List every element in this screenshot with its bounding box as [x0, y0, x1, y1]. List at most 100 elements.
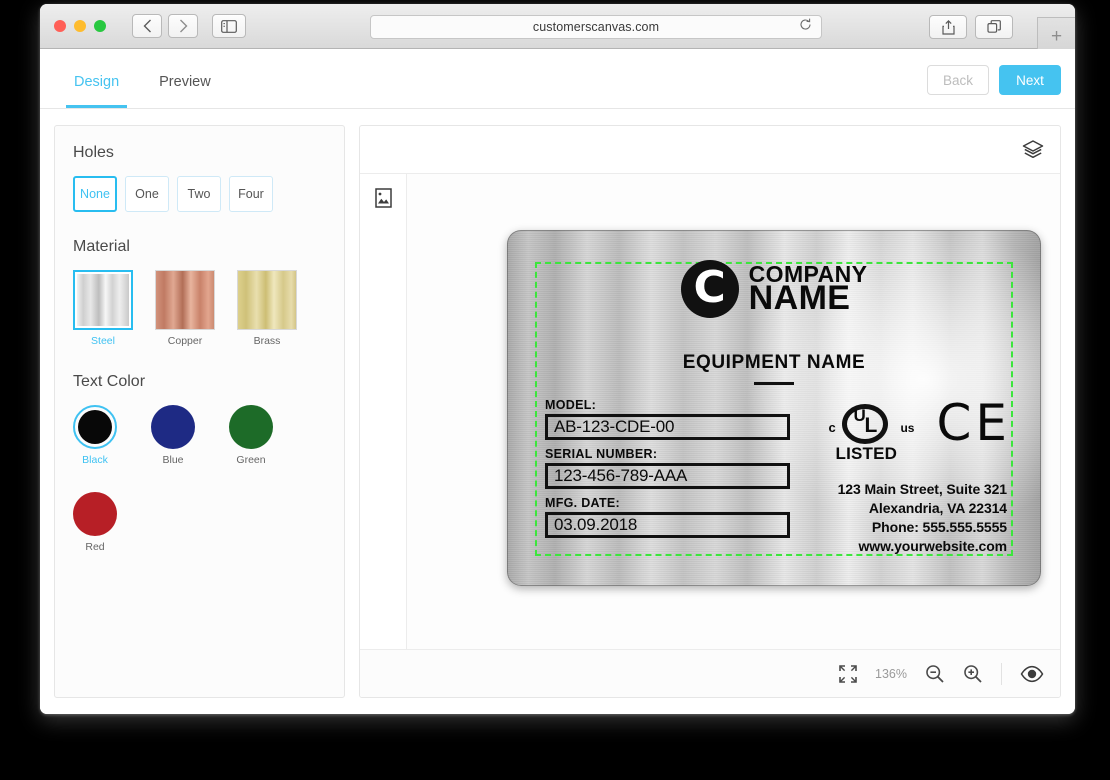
text-color-option-red[interactable]: Red: [73, 492, 117, 553]
text-color-option-green[interactable]: Green: [229, 405, 273, 466]
equipment-name-block: EQUIPMENT NAME: [507, 352, 1041, 385]
ul-letter-l: L: [864, 414, 878, 437]
ce-mark-c: C: [936, 394, 972, 452]
material-option-steel[interactable]: Steel: [73, 270, 133, 347]
text-color-option-blue[interactable]: Blue: [151, 405, 195, 466]
zoom-in-button[interactable]: [963, 664, 983, 684]
text-color-swatch-black: [78, 410, 112, 444]
material-option-brass-label: Brass: [253, 335, 281, 347]
company-logo-mark-letter: C: [693, 262, 726, 313]
tab-preview-label: Preview: [159, 73, 211, 90]
address-bar[interactable]: customerscanvas.com: [370, 15, 822, 39]
fit-to-screen-button[interactable]: [839, 664, 857, 683]
canvas-panel: C COMPANY NAME EQUIPMENT NAME MODEL: AB-…: [359, 125, 1061, 698]
close-window-button[interactable]: [54, 20, 66, 32]
address-phone: Phone: 555.555.5555: [871, 519, 1007, 536]
holes-option-two-label: Two: [187, 187, 211, 201]
field-serial-number-label: SERIAL NUMBER:: [545, 447, 658, 461]
holes-option-two[interactable]: Two: [177, 176, 221, 212]
ul-suffix-us: us: [900, 421, 915, 435]
app-header: Design Preview Back Next: [40, 49, 1075, 109]
material-group-title: Material: [73, 238, 130, 255]
share-button[interactable]: [929, 15, 967, 39]
reload-button[interactable]: [799, 18, 812, 36]
holes-option-four[interactable]: Four: [229, 176, 273, 212]
back-step-button[interactable]: Back: [927, 65, 989, 95]
holes-group: Holes None One Two Four: [73, 144, 326, 212]
text-color-option-green-label: Green: [236, 454, 266, 466]
zoom-in-icon: [964, 664, 982, 683]
text-color-group: Text Color Black Blue Green Red: [73, 373, 326, 553]
tab-design[interactable]: Design: [54, 55, 139, 108]
chevron-right-icon: [179, 19, 187, 33]
material-group: Material Steel Copper Brass: [73, 238, 326, 347]
address-line-2: Alexandria, VA 22314: [868, 500, 1007, 517]
ul-prefix-c: c: [828, 420, 836, 435]
field-mfg-date-label: MFG. DATE:: [545, 496, 620, 510]
material-option-copper[interactable]: Copper: [155, 270, 215, 347]
new-tab-label: +: [1050, 25, 1063, 47]
material-swatch-copper: [155, 270, 215, 330]
image-tool-button[interactable]: [372, 186, 394, 210]
material-option-brass[interactable]: Brass: [237, 270, 297, 347]
workspace: Holes None One Two Four Material Steel C…: [40, 109, 1075, 714]
text-color-option-red-label: Red: [85, 541, 105, 553]
text-color-swatch-red: [73, 492, 117, 536]
holes-option-one-label: One: [135, 187, 159, 201]
ce-mark-icon: C E: [936, 394, 1007, 452]
maximize-window-button[interactable]: [94, 20, 106, 32]
layers-icon: [1022, 139, 1044, 158]
address-line-1: 123 Main Street, Suite 321: [837, 481, 1007, 497]
company-logo-line2: NAME: [748, 279, 851, 318]
field-model-value: AB-123-CDE-00: [554, 417, 675, 436]
canvas-middle: C COMPANY NAME EQUIPMENT NAME MODEL: AB-…: [360, 174, 1060, 649]
preview-toggle-button[interactable]: [1020, 665, 1044, 683]
share-icon: [941, 19, 955, 35]
material-swatch-brass: [237, 270, 297, 330]
material-option-steel-label: Steel: [91, 335, 115, 347]
ce-mark-e: E: [975, 394, 1007, 452]
tab-design-label: Design: [74, 73, 120, 90]
field-serial-number-box[interactable]: 123-456-789-AAA: [545, 463, 790, 489]
field-model: MODEL: AB-123-CDE-00: [545, 398, 790, 440]
sidebar-toggle-icon: [221, 19, 237, 33]
field-serial-number: SERIAL NUMBER: 123-456-789-AAA: [545, 447, 790, 489]
next-step-label: Next: [1016, 72, 1044, 88]
sidebar-toggle-button[interactable]: [212, 14, 246, 38]
forward-button[interactable]: [168, 14, 198, 38]
field-mfg-date-box[interactable]: 03.09.2018: [545, 512, 790, 538]
holes-option-one[interactable]: One: [125, 176, 169, 212]
text-color-swatch-blue: [151, 405, 195, 449]
minimize-window-button[interactable]: [74, 20, 86, 32]
holes-group-title: Holes: [73, 144, 114, 161]
nameplate-content: C COMPANY NAME EQUIPMENT NAME MODEL: AB-…: [507, 230, 1041, 586]
browser-toolbar: customerscanvas.com +: [40, 4, 1075, 55]
browser-right-buttons: [929, 15, 1013, 39]
nameplate-fields: MODEL: AB-123-CDE-00 SERIAL NUMBER: 123-…: [545, 398, 790, 545]
navigation-buttons: [132, 14, 198, 38]
zoom-out-icon: [926, 664, 944, 683]
canvas-toolbar-bottom: 136%: [360, 649, 1060, 697]
text-color-options: Black Blue Green Red: [73, 405, 326, 553]
holes-option-none[interactable]: None: [73, 176, 117, 212]
back-button[interactable]: [132, 14, 162, 38]
header-actions: Back Next: [927, 65, 1061, 95]
design-canvas[interactable]: C COMPANY NAME EQUIPMENT NAME MODEL: AB-…: [407, 174, 1060, 649]
canvas-left-rail: [360, 174, 407, 649]
zoom-out-button[interactable]: [925, 664, 945, 684]
field-model-box[interactable]: AB-123-CDE-00: [545, 414, 790, 440]
text-color-option-black-label: Black: [82, 454, 108, 466]
options-panel: Holes None One Two Four Material Steel C…: [54, 125, 345, 698]
layers-button[interactable]: [1022, 138, 1044, 162]
nameplate-artwork[interactable]: C COMPANY NAME EQUIPMENT NAME MODEL: AB-…: [507, 230, 1041, 586]
show-tabs-button[interactable]: [975, 15, 1013, 39]
back-step-label: Back: [942, 72, 973, 88]
next-step-button[interactable]: Next: [999, 65, 1061, 95]
material-option-copper-label: Copper: [167, 335, 203, 347]
window-traffic-lights: [54, 20, 106, 32]
reload-icon: [800, 18, 811, 30]
text-color-option-black[interactable]: Black: [73, 405, 117, 466]
company-logo-mark-icon: C: [680, 260, 739, 318]
tab-preview[interactable]: Preview: [139, 55, 231, 108]
ul-listed-text: LISTED: [835, 444, 898, 463]
